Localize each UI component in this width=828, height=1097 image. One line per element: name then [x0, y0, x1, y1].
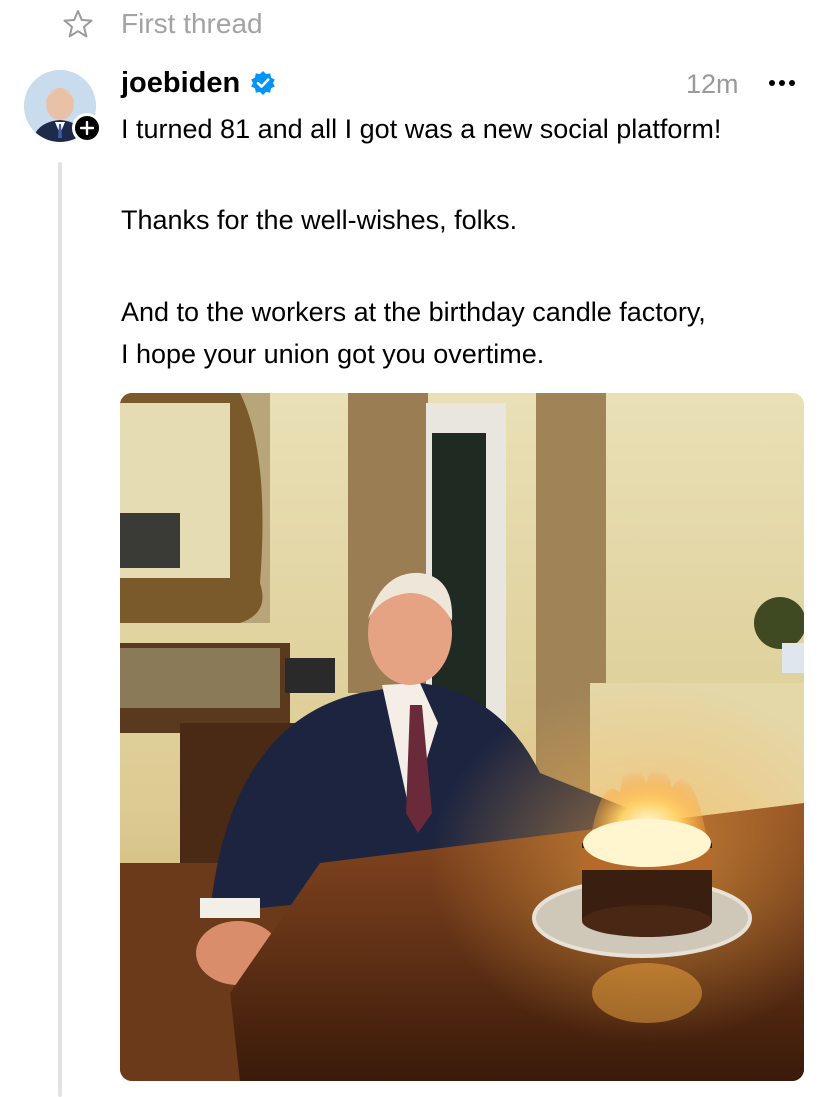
follow-plus-icon[interactable] — [72, 113, 102, 143]
more-dot — [779, 80, 785, 86]
thread-connector-line — [58, 162, 62, 1097]
post-text-line: Thanks for the well-wishes, folks. — [121, 205, 518, 235]
verified-badge-icon — [250, 70, 276, 96]
post-text-line: And to the workers at the birthday candl… — [121, 297, 706, 327]
more-dot — [789, 80, 795, 86]
star-icon[interactable] — [62, 8, 94, 40]
post-photo[interactable] — [120, 393, 804, 1081]
post-timestamp: 12m — [686, 69, 739, 99]
author-username[interactable]: joebiden — [121, 64, 240, 102]
post-text-line: I hope your union got you overtime. — [121, 339, 545, 369]
post-text-line: I turned 81 and all I got was a new soci… — [121, 114, 722, 144]
more-horizontal-icon — [769, 80, 775, 86]
more-options-button[interactable] — [762, 68, 802, 98]
threads-post-screen: First thread joebiden 12m I turned 81 an… — [0, 0, 828, 1097]
thread-header: First thread — [0, 0, 828, 50]
thread-title: First thread — [121, 8, 263, 39]
